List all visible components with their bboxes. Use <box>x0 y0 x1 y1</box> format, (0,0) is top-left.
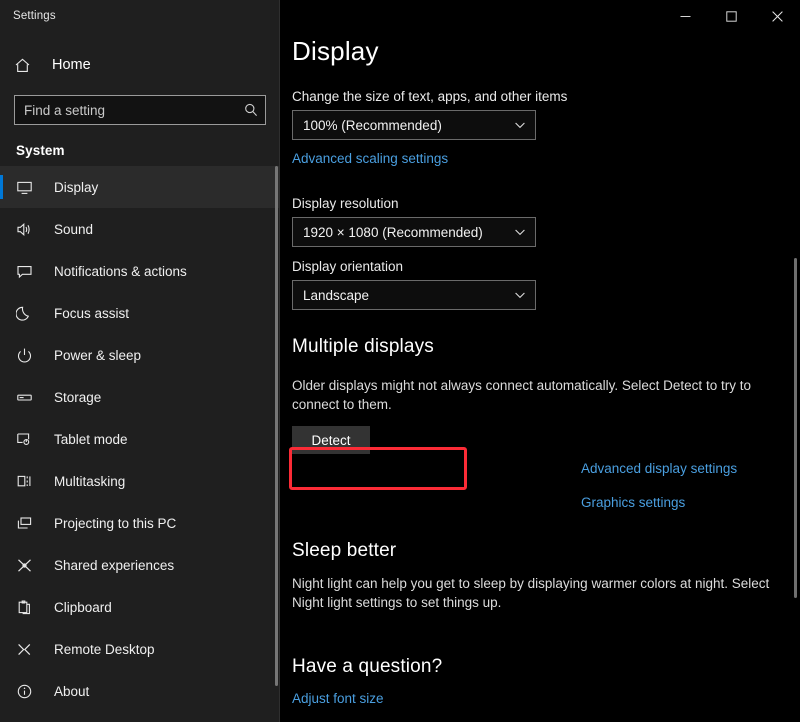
monitor-icon <box>16 179 46 196</box>
orientation-value: Landscape <box>303 288 513 303</box>
search-icon[interactable] <box>243 102 259 118</box>
notification-icon <box>16 263 46 280</box>
have-a-question-heading: Have a question? <box>292 656 800 678</box>
advanced-scaling-settings-link[interactable]: Advanced scaling settings <box>292 151 448 166</box>
sidebar: Settings Home System <box>0 0 280 722</box>
page-title: Display <box>292 36 800 67</box>
scale-value: 100% (Recommended) <box>303 118 513 133</box>
sidebar-item-label: Projecting to this PC <box>54 516 176 531</box>
sidebar-item-label: Clipboard <box>54 600 112 615</box>
speaker-icon <box>16 221 46 238</box>
chevron-down-icon <box>513 288 527 302</box>
orientation-label: Display orientation <box>292 259 800 274</box>
sidebar-group-label: System <box>0 125 280 164</box>
sidebar-item-label-home: Home <box>52 57 91 73</box>
moon-icon <box>16 305 46 322</box>
sidebar-item-focus-assist[interactable]: Focus assist <box>0 292 280 334</box>
sidebar-item-label: Notifications & actions <box>54 264 187 279</box>
sidebar-item-label: Storage <box>54 390 101 405</box>
home-icon <box>14 57 44 74</box>
sidebar-item-label: Display <box>54 180 98 195</box>
sidebar-item-power-sleep[interactable]: Power & sleep <box>0 334 280 376</box>
info-icon <box>16 683 46 700</box>
app-title: Settings <box>13 10 56 22</box>
main-scrollbar[interactable] <box>794 258 797 598</box>
search-box[interactable] <box>14 95 266 125</box>
sidebar-item-clipboard[interactable]: Clipboard <box>0 586 280 628</box>
sleep-better-heading: Sleep better <box>292 540 800 562</box>
storage-icon <box>16 389 46 406</box>
advanced-display-settings-link[interactable]: Advanced display settings <box>581 461 737 476</box>
minimize-button[interactable] <box>662 0 708 32</box>
sidebar-item-notifications[interactable]: Notifications & actions <box>0 250 280 292</box>
close-button[interactable] <box>754 0 800 32</box>
main-content: Display Change the size of text, apps, a… <box>280 0 800 722</box>
resolution-value: 1920 × 1080 (Recommended) <box>303 225 513 240</box>
graphics-settings-link[interactable]: Graphics settings <box>581 495 685 510</box>
display-settings-panel: Display Change the size of text, apps, a… <box>280 0 800 708</box>
sidebar-item-label: Focus assist <box>54 306 129 321</box>
orientation-dropdown[interactable]: Landscape <box>292 280 536 310</box>
scale-dropdown[interactable]: 100% (Recommended) <box>292 110 536 140</box>
sidebar-item-projecting[interactable]: Projecting to this PC <box>0 502 280 544</box>
sidebar-item-shared-experiences[interactable]: Shared experiences <box>0 544 280 586</box>
projecting-icon <box>16 515 46 532</box>
sidebar-item-multitasking[interactable]: Multitasking <box>0 460 280 502</box>
settings-window: Settings Home System <box>0 0 800 722</box>
sidebar-item-label: Multitasking <box>54 474 125 489</box>
multiple-displays-description: Older displays might not always connect … <box>292 376 764 414</box>
sidebar-item-label: Shared experiences <box>54 558 174 573</box>
sidebar-titlebar: Settings <box>0 0 280 32</box>
sidebar-item-display[interactable]: Display <box>0 166 280 208</box>
sidebar-item-storage[interactable]: Storage <box>0 376 280 418</box>
window-titlebar <box>662 0 800 32</box>
sidebar-item-label: About <box>54 684 89 699</box>
sleep-better-description: Night light can help you get to sleep by… <box>292 574 772 612</box>
sidebar-item-remote-desktop[interactable]: Remote Desktop <box>0 628 280 670</box>
clipboard-icon <box>16 599 46 616</box>
sidebar-item-label: Tablet mode <box>54 432 128 447</box>
resolution-label: Display resolution <box>292 196 800 211</box>
chevron-down-icon <box>513 118 527 132</box>
maximize-button[interactable] <box>708 0 754 32</box>
sidebar-item-label: Sound <box>54 222 93 237</box>
search-input[interactable] <box>24 103 243 118</box>
chevron-down-icon <box>513 225 527 239</box>
sidebar-scrollbar[interactable] <box>275 166 278 686</box>
resolution-dropdown[interactable]: 1920 × 1080 (Recommended) <box>292 217 536 247</box>
sidebar-item-label: Power & sleep <box>54 348 141 363</box>
remote-desktop-icon <box>16 641 46 658</box>
sidebar-item-about[interactable]: About <box>0 670 280 712</box>
share-icon <box>16 557 46 574</box>
sidebar-item-home[interactable]: Home <box>0 45 280 85</box>
power-icon <box>16 347 46 364</box>
sidebar-item-sound[interactable]: Sound <box>0 208 280 250</box>
sidebar-item-tablet-mode[interactable]: Tablet mode <box>0 418 280 460</box>
adjust-font-size-link[interactable]: Adjust font size <box>292 691 384 706</box>
multiple-displays-heading: Multiple displays <box>292 336 800 358</box>
scale-label: Change the size of text, apps, and other… <box>292 89 800 104</box>
tablet-icon <box>16 431 46 448</box>
detect-button[interactable]: Detect <box>292 426 370 454</box>
sidebar-nav-list: Display Sound Notifica <box>0 166 280 712</box>
sidebar-item-label: Remote Desktop <box>54 642 155 657</box>
multitasking-icon <box>16 473 46 490</box>
